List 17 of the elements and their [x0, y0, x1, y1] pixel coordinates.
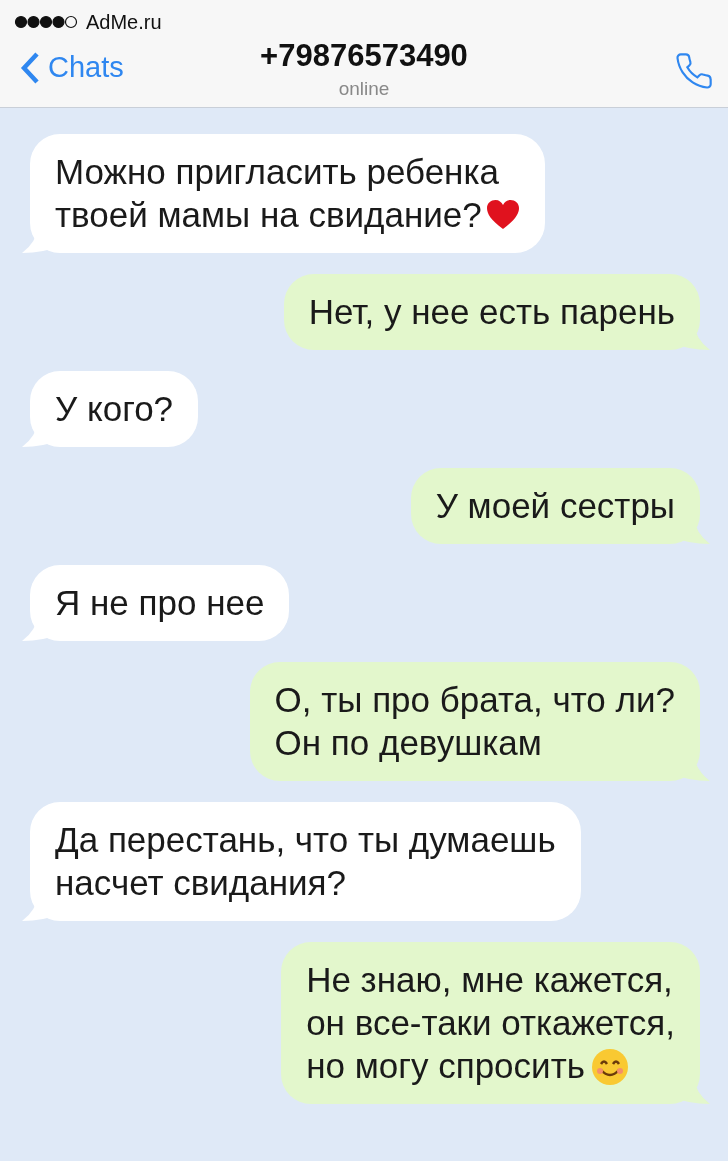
- message-bubble: Да перестань, что ты думаешь насчет свидания?: [30, 802, 581, 921]
- chevron-left-icon: [20, 50, 40, 85]
- signal-icon: [14, 15, 78, 29]
- online-status: online: [338, 78, 390, 100]
- heart-icon: [485, 199, 520, 231]
- contact-phone-number: +79876573490: [260, 38, 468, 74]
- message-bubble: Можно пригласить ребенка твоей мамы на свидание?: [30, 134, 545, 253]
- call-button[interactable]: [674, 50, 714, 91]
- message-bubble: У кого?: [30, 371, 199, 447]
- smiley-icon: [590, 1048, 629, 1086]
- back-link[interactable]: Chats: [20, 50, 124, 85]
- message-bubble: Нет, у нее есть парень: [283, 274, 700, 350]
- carrier-name: AdMe.ru: [86, 10, 162, 34]
- message-bubble: У моей сестры: [410, 468, 700, 544]
- message-bubble: Не знаю, мне кажется, он все-таки откажется, но могу спросить: [281, 942, 700, 1104]
- message-bubble: О, ты про брата, что ли? Он по девушкам: [249, 662, 700, 781]
- message-bubble: Я не про нее: [30, 565, 290, 641]
